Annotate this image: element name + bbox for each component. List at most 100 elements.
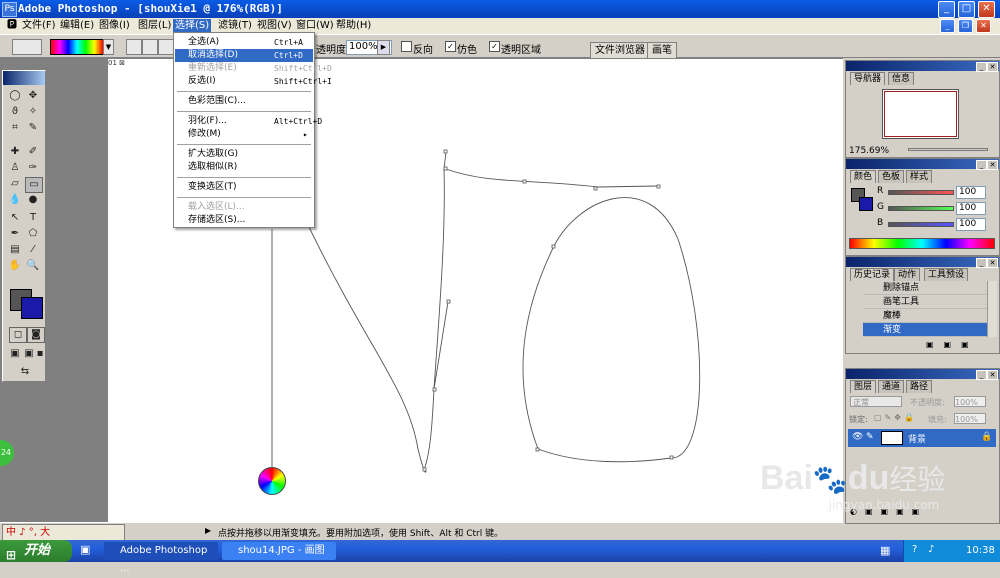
slice-tool-icon[interactable]: ✎ bbox=[25, 121, 41, 135]
tab-color[interactable]: 颜色 bbox=[850, 170, 877, 183]
history-brush-tool-icon[interactable]: ✑ bbox=[25, 161, 41, 175]
crop-tool-icon[interactable]: ⌗ bbox=[7, 121, 23, 135]
navigator-zoom-value[interactable]: 175.69% bbox=[849, 146, 889, 156]
menu-help[interactable]: 帮助(H) bbox=[334, 19, 373, 33]
history-scrollbar[interactable] bbox=[987, 281, 997, 337]
blend-mode-select[interactable]: 正常 bbox=[850, 396, 902, 407]
magic-wand-tool-icon[interactable]: ✧ bbox=[25, 105, 41, 119]
path-selection-tool-icon[interactable]: ↖ bbox=[7, 211, 23, 225]
color-bg-swatch[interactable] bbox=[859, 197, 873, 211]
screen-mode-full-icon[interactable]: ▪ bbox=[35, 347, 45, 361]
r-slider[interactable] bbox=[888, 190, 954, 195]
lasso-tool-icon[interactable]: ϑ bbox=[7, 105, 23, 119]
standard-mode-icon[interactable]: ◻ bbox=[9, 327, 27, 343]
menu-edit[interactable]: 编辑(E) bbox=[58, 19, 96, 33]
menu-item-grow[interactable]: 扩大选取(G) bbox=[175, 148, 313, 161]
maximize-button[interactable]: □ bbox=[958, 1, 975, 18]
tab-paths[interactable]: 路径 bbox=[906, 380, 933, 393]
g-input[interactable]: 100 bbox=[956, 202, 986, 215]
pen-tool-icon[interactable]: ✒ bbox=[7, 227, 23, 241]
healing-brush-tool-icon[interactable]: ✚ bbox=[7, 145, 23, 159]
doc-close-button[interactable]: ✕ bbox=[976, 19, 991, 33]
menu-item-similar[interactable]: 选取相似(R) bbox=[175, 161, 313, 174]
history-item-brush[interactable]: 画笔工具 bbox=[863, 295, 993, 309]
tab-file-browser[interactable]: 文件浏览器 bbox=[590, 42, 650, 58]
marquee-tool-icon[interactable]: ◯ bbox=[7, 89, 23, 103]
panel-close-button[interactable]: ✕ bbox=[987, 370, 998, 380]
doc-minimize-button[interactable]: _ bbox=[940, 19, 955, 33]
fill-input[interactable]: 100% bbox=[954, 413, 986, 424]
linear-gradient-button[interactable] bbox=[126, 39, 142, 55]
tab-info[interactable]: 信息 bbox=[888, 72, 915, 85]
angle-gradient-button[interactable] bbox=[158, 39, 174, 55]
minimize-button[interactable]: _ bbox=[938, 1, 955, 18]
navigator-thumbnail[interactable] bbox=[882, 89, 959, 139]
panel-close-button[interactable]: ✕ bbox=[987, 258, 998, 268]
menu-item-feather[interactable]: 羽化(F)... Alt+Ctrl+D bbox=[175, 115, 322, 128]
opacity-arrow-icon[interactable]: ▶ bbox=[377, 40, 390, 55]
start-button[interactable]: ⊞ 开始 bbox=[0, 540, 72, 562]
blur-tool-icon[interactable]: 💧 bbox=[7, 193, 23, 207]
taskbar-item-photoshop[interactable]: Adobe Photoshop ... bbox=[104, 542, 218, 574]
type-tool-icon[interactable]: T bbox=[25, 211, 41, 225]
menu-layer[interactable]: 图层(L) bbox=[136, 19, 173, 33]
jump-to-imageready-icon[interactable]: ⇆ bbox=[9, 365, 41, 379]
radial-gradient-button[interactable] bbox=[142, 39, 158, 55]
clone-stamp-tool-icon[interactable]: ♙ bbox=[7, 161, 23, 175]
color-ramp[interactable] bbox=[849, 238, 995, 249]
lock-icons[interactable]: ▢✎✥🔒 bbox=[874, 413, 917, 422]
notes-tool-icon[interactable]: ▤ bbox=[7, 243, 23, 257]
gradient-dropdown-icon[interactable]: ▼ bbox=[103, 39, 114, 55]
menu-image[interactable]: 图像(I) bbox=[97, 19, 132, 33]
tab-swatches[interactable]: 色板 bbox=[878, 170, 905, 183]
menu-view[interactable]: 视图(V) bbox=[255, 19, 294, 33]
b-input[interactable]: 100 bbox=[956, 218, 986, 231]
r-input[interactable]: 100 bbox=[956, 186, 986, 199]
brush-tool-icon[interactable]: ✐ bbox=[25, 145, 41, 159]
tab-channels[interactable]: 通道 bbox=[878, 380, 905, 393]
panel-minimize-button[interactable]: _ bbox=[976, 258, 987, 268]
tab-history[interactable]: 历史记录 bbox=[850, 268, 895, 281]
menu-window[interactable]: 窗口(W) bbox=[294, 19, 336, 33]
tray-monitor-icon[interactable]: ▦ bbox=[880, 544, 890, 557]
layer-opacity-input[interactable]: 100% bbox=[954, 396, 986, 407]
menu-select[interactable]: 选择(S) bbox=[173, 19, 212, 33]
toolbox-header[interactable] bbox=[3, 71, 45, 85]
panel-close-button[interactable]: ✕ bbox=[987, 160, 998, 170]
transparency-checkbox[interactable]: ✓ bbox=[489, 41, 500, 52]
zoom-tool-icon[interactable]: 🔍 bbox=[25, 259, 41, 273]
menu-file[interactable]: 文件(F) bbox=[20, 19, 58, 33]
navigator-view-box[interactable] bbox=[884, 91, 957, 137]
dither-checkbox[interactable]: ✓ bbox=[445, 41, 456, 52]
g-slider[interactable] bbox=[888, 206, 954, 211]
menu-item-modify[interactable]: 修改(M) ▸ bbox=[175, 128, 313, 141]
history-footer-buttons[interactable]: ▣▣▣ bbox=[926, 340, 979, 349]
panel-minimize-button[interactable]: _ bbox=[976, 370, 987, 380]
hand-tool-icon[interactable]: ✋ bbox=[7, 259, 23, 273]
tool-preset-picker[interactable] bbox=[12, 39, 42, 55]
tray-speaker-icon[interactable]: ♪ bbox=[928, 544, 934, 555]
layer-visibility-eye-icon[interactable]: 👁 bbox=[852, 432, 863, 442]
reverse-checkbox[interactable] bbox=[401, 41, 412, 52]
panel-minimize-button[interactable]: _ bbox=[976, 62, 987, 72]
menu-item-color-range[interactable]: 色彩范围(C)... bbox=[175, 95, 313, 108]
history-item-gradient[interactable]: 渐变 bbox=[863, 323, 993, 337]
menu-filter[interactable]: 滤镜(T) bbox=[216, 19, 254, 33]
history-item-delete-anchor[interactable]: 删除锚点 bbox=[863, 281, 993, 295]
history-item-magic-wand[interactable]: 魔棒 bbox=[863, 309, 993, 323]
eraser-tool-icon[interactable]: ▱ bbox=[7, 177, 23, 191]
gradient-preview[interactable] bbox=[50, 39, 104, 55]
doc-restore-button[interactable]: ❐ bbox=[958, 19, 973, 33]
ime-toolbar[interactable]: 中 ♪ °, 大 bbox=[2, 524, 125, 541]
tab-tool-presets[interactable]: 工具预设 bbox=[924, 268, 969, 281]
gradient-tool-icon[interactable]: ▭ bbox=[25, 177, 43, 193]
background-color-swatch[interactable] bbox=[21, 297, 43, 319]
menu-item-inverse[interactable]: 反选(I) Shift+Ctrl+I bbox=[175, 75, 332, 88]
shape-tool-icon[interactable]: ⬠ bbox=[25, 227, 41, 241]
dodge-tool-icon[interactable]: ● bbox=[25, 193, 41, 207]
quick-mask-mode-icon[interactable]: ◙ bbox=[27, 327, 45, 343]
panel-close-button[interactable]: ✕ bbox=[987, 62, 998, 72]
panel-minimize-button[interactable]: _ bbox=[976, 160, 987, 170]
photoshop-app-icon[interactable]: Ps bbox=[2, 2, 17, 17]
layer-row-background[interactable]: 👁 ✎ 背景 🔒 bbox=[848, 429, 996, 447]
